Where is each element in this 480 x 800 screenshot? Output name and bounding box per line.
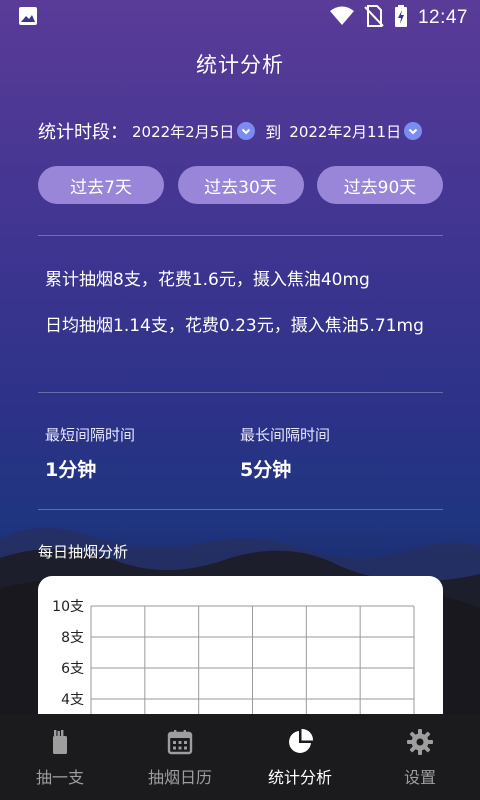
divider [38, 392, 443, 393]
status-bar: 12:47 [0, 0, 480, 36]
gear-icon [407, 729, 433, 755]
longest-interval-value: 5分钟 [240, 459, 292, 481]
status-time: 12:47 [417, 7, 468, 28]
end-date-chevron-down-icon[interactable] [404, 122, 423, 140]
divider [38, 509, 443, 510]
calendar-icon [167, 730, 193, 755]
chart-canvas: 10支 8支 6支 4支 [52, 599, 415, 726]
nav-label: 设置 [403, 768, 436, 787]
shortest-interval-label: 最短间隔时间 [45, 426, 136, 444]
chart-y-tick-label: 6支 [61, 661, 84, 677]
chart-y-tick-label: 4支 [61, 692, 84, 708]
nav-label: 抽一支 [35, 768, 84, 787]
nav-label: 统计分析 [267, 768, 332, 787]
nav-label: 抽烟日历 [147, 768, 212, 787]
battery-charging-icon [394, 5, 408, 31]
shortest-interval: 最短间隔时间 1分钟 [45, 424, 135, 482]
divider [38, 235, 443, 236]
cigarette-pack-icon [53, 730, 67, 754]
nav-item-calendar[interactable]: 抽烟日历 [120, 714, 240, 800]
past-90-days-button[interactable]: 过去90天 [317, 166, 443, 204]
wifi-icon [329, 6, 354, 30]
daily-average-summary: 日均抽烟1.14支，花费0.23元，摄入焦油5.71mg [45, 316, 424, 336]
chart-y-tick-label: 8支 [61, 630, 84, 646]
chart-y-tick-label: 10支 [52, 599, 84, 615]
total-summary: 累计抽烟8支，花费1.6元，摄入焦油40mg [45, 270, 370, 290]
pie-chart-icon [289, 728, 314, 753]
gallery-icon [18, 6, 38, 30]
period-row: 统计时段： 2022年2月5日 到 2022年2月11日 [38, 117, 438, 145]
daily-smoking-chart: 10支 8支 6支 4支 [38, 576, 443, 726]
start-date[interactable]: 2022年2月5日 [132, 121, 234, 142]
shortest-interval-value: 1分钟 [45, 459, 97, 481]
nav-item-statistics[interactable]: 统计分析 [240, 714, 360, 800]
longest-interval: 最长间隔时间 5分钟 [240, 424, 330, 482]
end-date[interactable]: 2022年2月11日 [289, 121, 401, 142]
no-sim-icon [364, 5, 384, 31]
start-date-chevron-down-icon[interactable] [237, 122, 256, 140]
longest-interval-label: 最长间隔时间 [240, 426, 331, 444]
period-label: 统计时段： [38, 122, 128, 143]
nav-item-smoke-one[interactable]: 抽一支 [0, 714, 120, 800]
to-label: 到 [265, 123, 282, 142]
past-7-days-button[interactable]: 过去7天 [38, 166, 164, 204]
page-title: 统计分析 [196, 53, 284, 77]
range-buttons: 过去7天 过去30天 过去90天 [38, 166, 443, 204]
nav-item-settings[interactable]: 设置 [360, 714, 480, 800]
bottom-nav: 抽一支 抽烟日历 统计分析 设置 [0, 714, 480, 800]
past-30-days-button[interactable]: 过去30天 [177, 166, 304, 204]
chart-section-title: 每日抽烟分析 [38, 543, 129, 561]
